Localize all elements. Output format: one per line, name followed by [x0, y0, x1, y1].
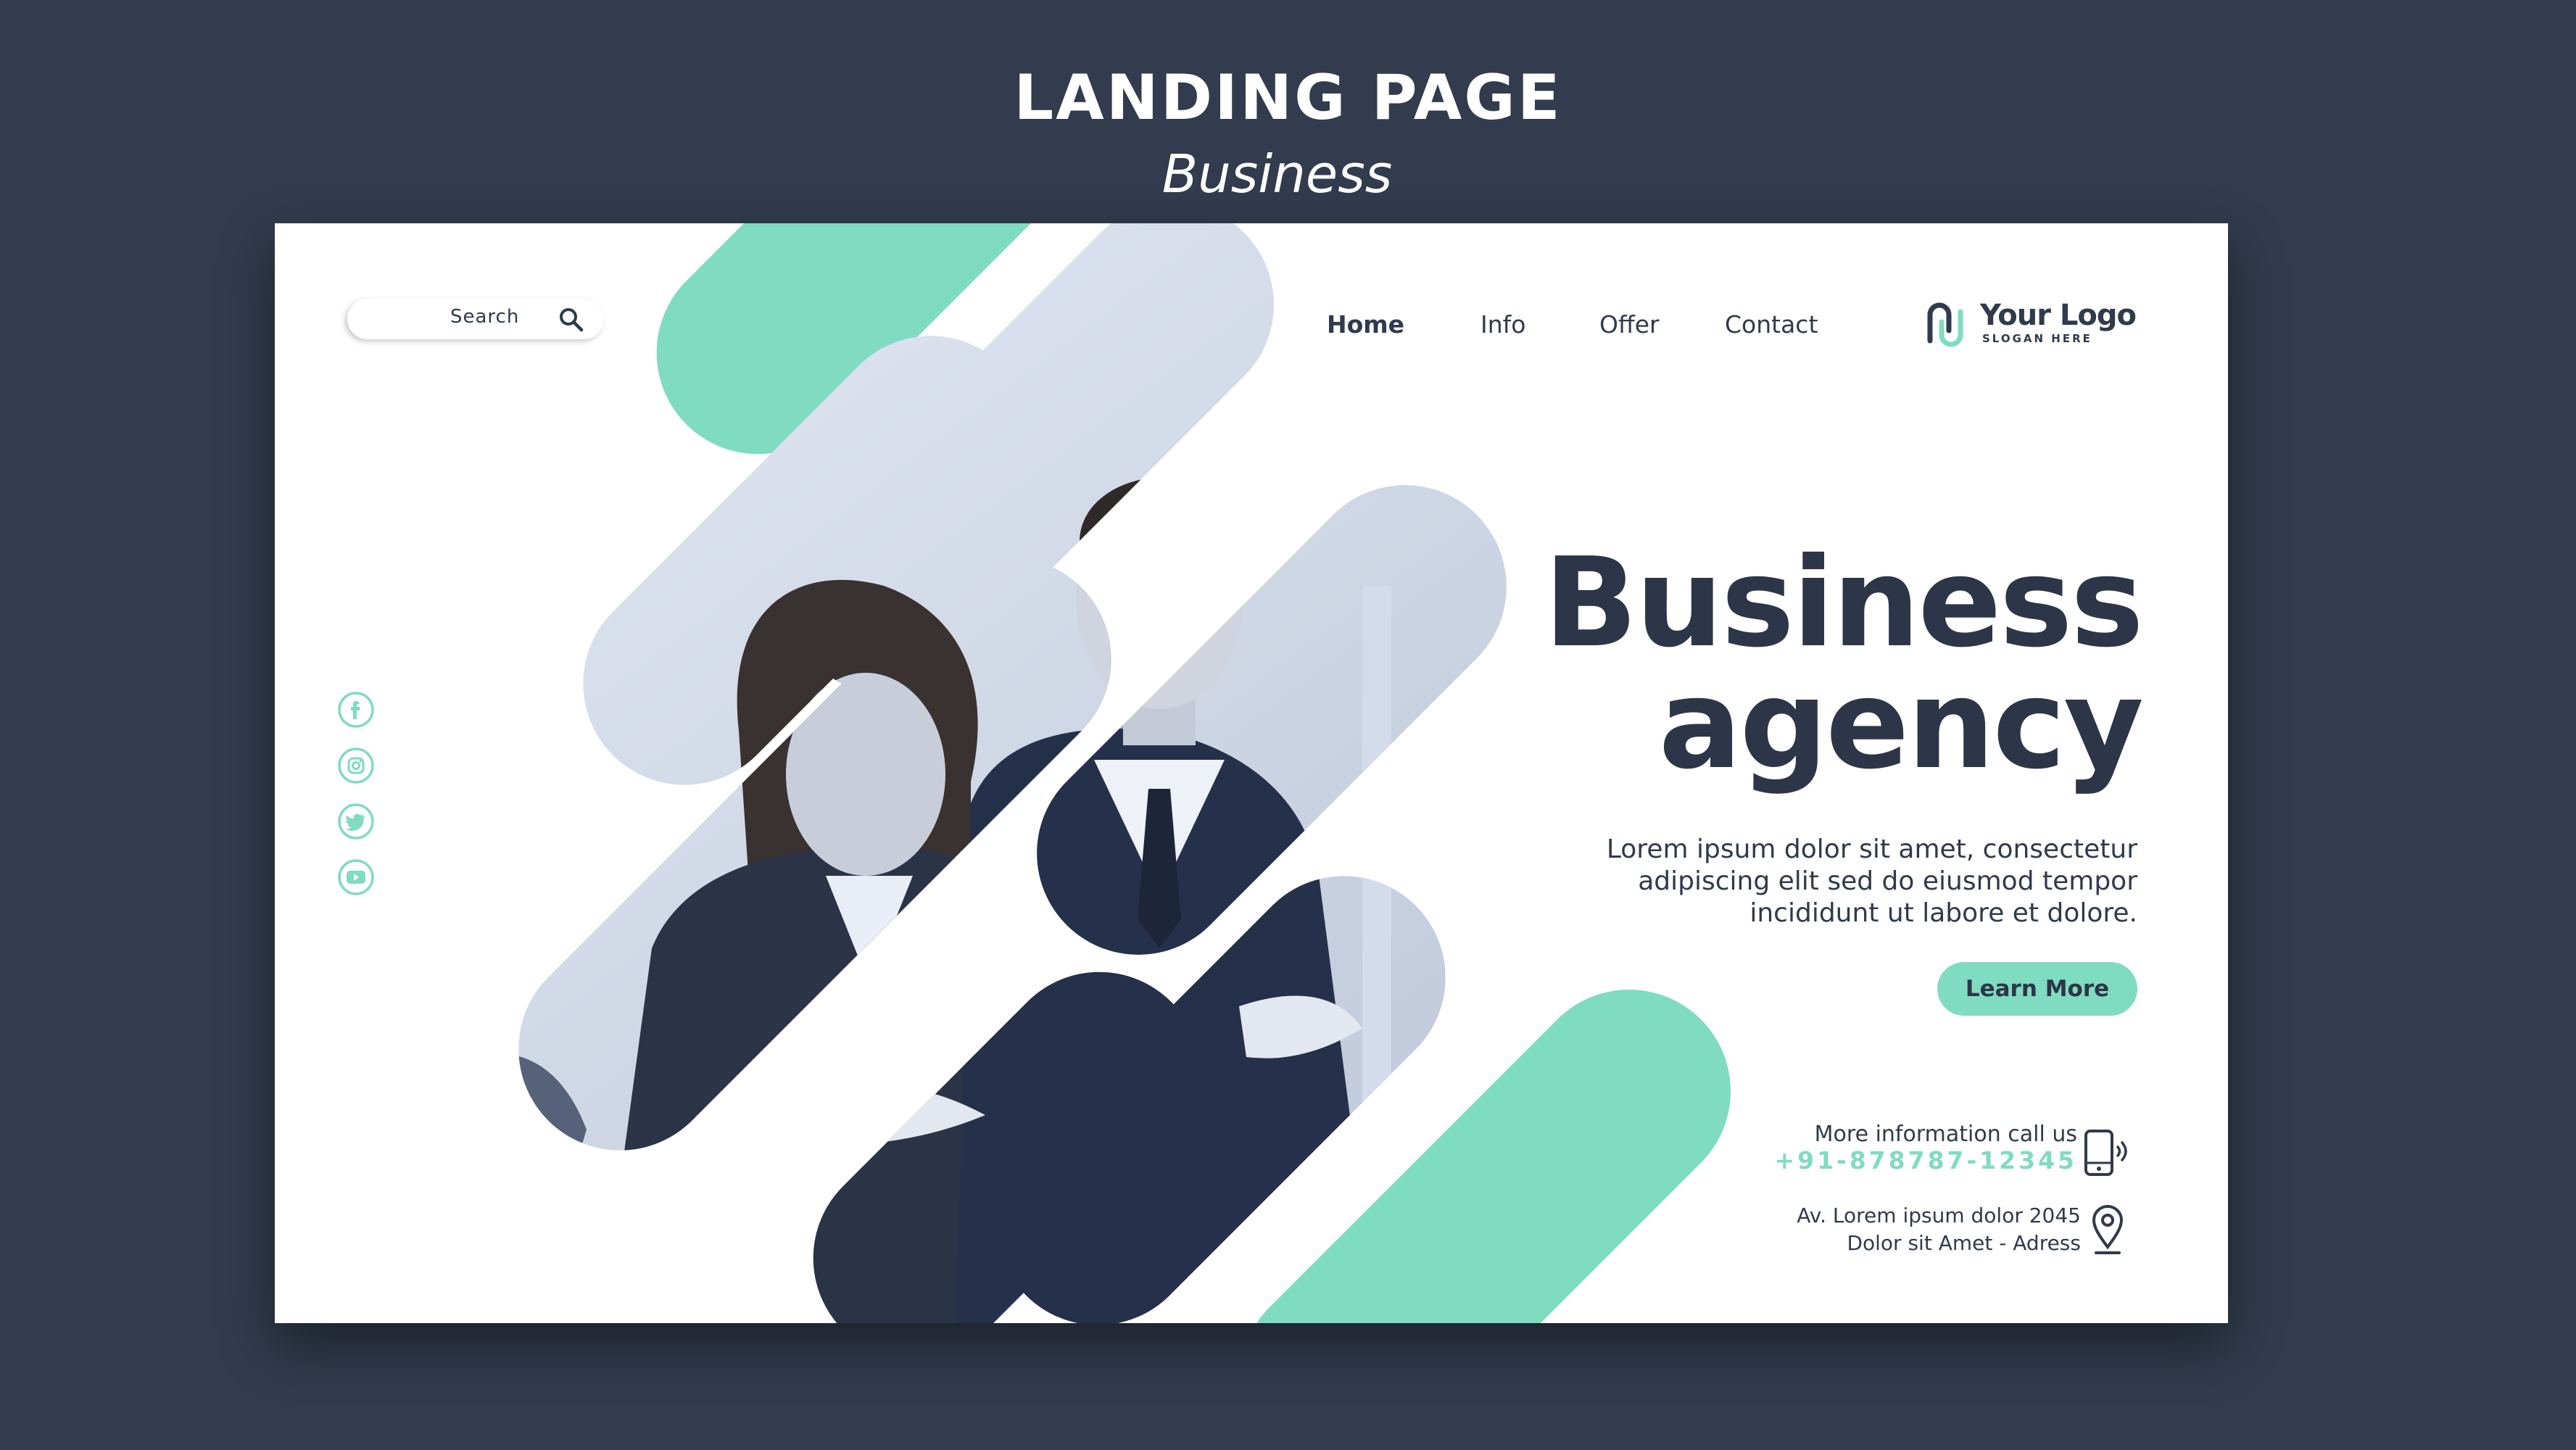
hero-description-line-3: incididunt ut labore et dolore. — [1749, 898, 2137, 928]
location-pin-icon — [2092, 1205, 2124, 1254]
page-heading: LANDING PAGE Business — [0, 58, 2576, 210]
hero-title-line-1: Business — [1544, 531, 2144, 675]
search-icon[interactable] — [558, 306, 585, 334]
nav-offer[interactable]: Offer — [1599, 310, 1660, 339]
address-block: Av. Lorem ipsum dolor 2045 Dolor sit Ame… — [1797, 1202, 2081, 1257]
call-label: More information call us — [1814, 1122, 2077, 1147]
search-placeholder: Search — [450, 306, 520, 328]
logo-icon — [1927, 302, 1963, 347]
twitter-icon[interactable] — [337, 803, 375, 840]
nav-info[interactable]: Info — [1480, 310, 1525, 339]
logo-slogan: SLOGAN HERE — [1982, 332, 2092, 345]
search-input[interactable]: Search — [347, 299, 604, 339]
hero-description-line-1: Lorem ipsum dolor sit amet, consectetur — [1606, 834, 2137, 864]
hero-title: Business agency — [1544, 531, 2144, 797]
youtube-icon[interactable] — [337, 858, 375, 896]
nav-home[interactable]: Home — [1327, 310, 1404, 339]
landing-page-title: LANDING PAGE — [1014, 62, 1562, 134]
contact-phone-block: More information call us +91-878787-1234… — [1774, 1122, 2077, 1174]
phone-icon — [2084, 1130, 2127, 1176]
nav-contact[interactable]: Contact — [1725, 310, 1818, 339]
landing-page-subtitle: Business — [1161, 144, 1393, 204]
hero-description: Lorem ipsum dolor sit amet, consectetur … — [1485, 834, 2137, 929]
address-line-2: Dolor sit Amet - Adress — [1847, 1231, 2081, 1255]
learn-more-button[interactable]: Learn More — [1937, 962, 2137, 1016]
landing-page-mockup: Search Home Info Offer Contact Your Logo… — [275, 223, 2228, 1323]
logo-name: Your Logo — [1980, 299, 2137, 332]
hero-title-line-2: agency — [1658, 653, 2144, 797]
phone-number[interactable]: +91-878787-12345 — [1774, 1147, 2077, 1174]
facebook-icon[interactable] — [337, 691, 375, 729]
address-line-1: Av. Lorem ipsum dolor 2045 — [1797, 1204, 2081, 1227]
instagram-icon[interactable] — [337, 747, 375, 784]
hero-description-line-2: adipiscing elit sed do eiusmod tempor — [1638, 866, 2137, 896]
